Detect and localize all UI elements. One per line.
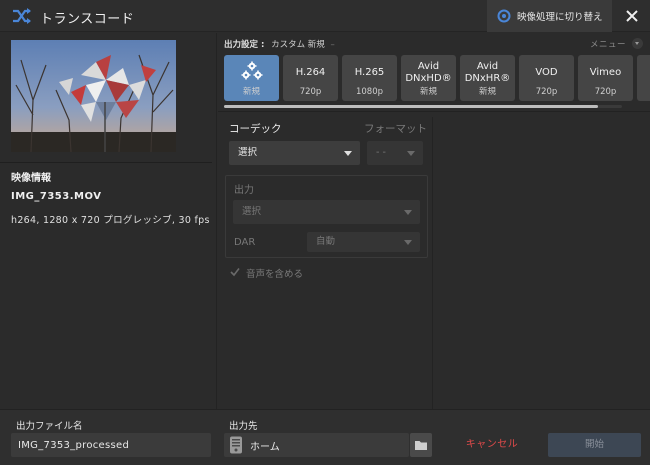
include-audio-label: 音声を含める [246,269,304,280]
include-audio-checkbox[interactable] [230,267,240,277]
preset-name: Vimeo [589,67,622,78]
preset-name: VOD [535,67,558,78]
output-select[interactable]: 選択 [233,200,420,224]
divider [218,111,650,112]
preset-dnxhr[interactable]: Avid DNxHR® 新規 [460,55,515,101]
output-file-input[interactable] [11,433,211,457]
output-label: 出力 [234,185,254,196]
destination-label: 出力先 [229,421,258,432]
codec-select[interactable]: 選択 [229,141,360,165]
chevron-down-icon [407,151,415,156]
preset-new[interactable]: 新規 [224,55,279,101]
swirl-icon [497,9,511,23]
drive-icon [230,436,242,454]
browse-folder-button[interactable] [410,433,432,457]
codec-select-value: 選択 [238,147,258,158]
divider [0,162,212,163]
preset-current: カスタム 新規 [271,40,325,50]
preset-sub: 1080p [355,87,384,97]
preset-header: 出力設定 : カスタム 新規 – [224,38,335,50]
settings-panel: 出力設定 : カスタム 新規 – メニュー 新規 H.264 720p H.26… [218,33,650,409]
menu-button[interactable]: メニュー [590,38,626,50]
preset-dnxhd[interactable]: Avid DNxHD® 新規 [401,55,456,101]
cancel-button[interactable]: キャンセル [452,433,532,457]
window-title: トランスコード [40,12,135,27]
destination-field[interactable]: ホーム [224,433,409,457]
chevron-down-icon [344,151,352,156]
title-bar: トランスコード 映像処理に切り替え [0,0,650,32]
preset-h265[interactable]: H.265 1080p [342,55,397,101]
output-file-label: 出力ファイル名 [16,421,83,432]
source-file-name: IMG_7353.MOV [11,191,102,202]
preset-sub: 720p [535,87,558,97]
preset-vod[interactable]: VOD 720p [519,55,574,101]
preset-h264[interactable]: H.264 720p [283,55,338,101]
codec-label: コーデック [229,123,282,135]
media-info-heading: 映像情報 [11,173,51,184]
codec-settings: コーデック フォーマット 選択 - - 出力 選択 DAR 自動 音声を含める [224,117,433,409]
preset-sub: 新規 [242,87,260,97]
preset-name: Avid DNxHD® [405,61,452,84]
shuffle-icon [13,8,31,24]
start-button[interactable]: 開始 [548,433,641,457]
preset-more[interactable] [637,55,650,101]
folder-icon [415,441,427,450]
chevron-down-icon [404,240,412,245]
format-select-value: - - [376,147,386,158]
switch-label: 映像処理に切り替え [517,12,603,23]
preset-name: H.264 [295,67,326,78]
format-label: フォーマット [364,123,427,135]
switch-to-video-processing-button[interactable]: 映像処理に切り替え [487,0,612,32]
chevron-down-icon [404,210,412,215]
video-thumbnail [11,40,176,152]
preset-sub: 新規 [478,87,496,97]
dar-select-value: 自動 [316,236,336,247]
dar-label: DAR [234,237,256,248]
destination-value: ホーム [250,442,280,453]
output-select-value: 選択 [242,206,262,217]
output-group: 出力 選択 DAR 自動 [225,175,428,258]
format-select[interactable]: - - [367,141,423,165]
close-icon[interactable] [622,6,642,26]
preset-sub: 新規 [419,87,437,97]
preset-list: 新規 H.264 720p H.265 1080p Avid DNxHD® 新規… [224,55,650,103]
preset-name: Avid DNxHR® [464,61,511,84]
media-info-panel: 映像情報 IMG_7353.MOV h264, 1280 x 720 プログレッ… [0,33,217,409]
footer-bar: 出力ファイル名 出力先 ホーム キャンセル 開始 [0,409,650,465]
source-file-details: h264, 1280 x 720 プログレッシブ, 30 fps [11,215,210,226]
dar-select[interactable]: 自動 [307,232,420,252]
preset-header-label: 出力設定 : [224,40,265,50]
preset-scrollbar-thumb[interactable] [224,105,598,108]
preset-dash: – [330,40,335,50]
preset-name: H.265 [354,67,385,78]
chevron-down-icon[interactable] [632,38,643,49]
preset-vimeo[interactable]: Vimeo 720p [578,55,633,101]
preset-sub: 720p [594,87,617,97]
preset-sub: 720p [299,87,322,97]
gears-icon [241,61,263,80]
